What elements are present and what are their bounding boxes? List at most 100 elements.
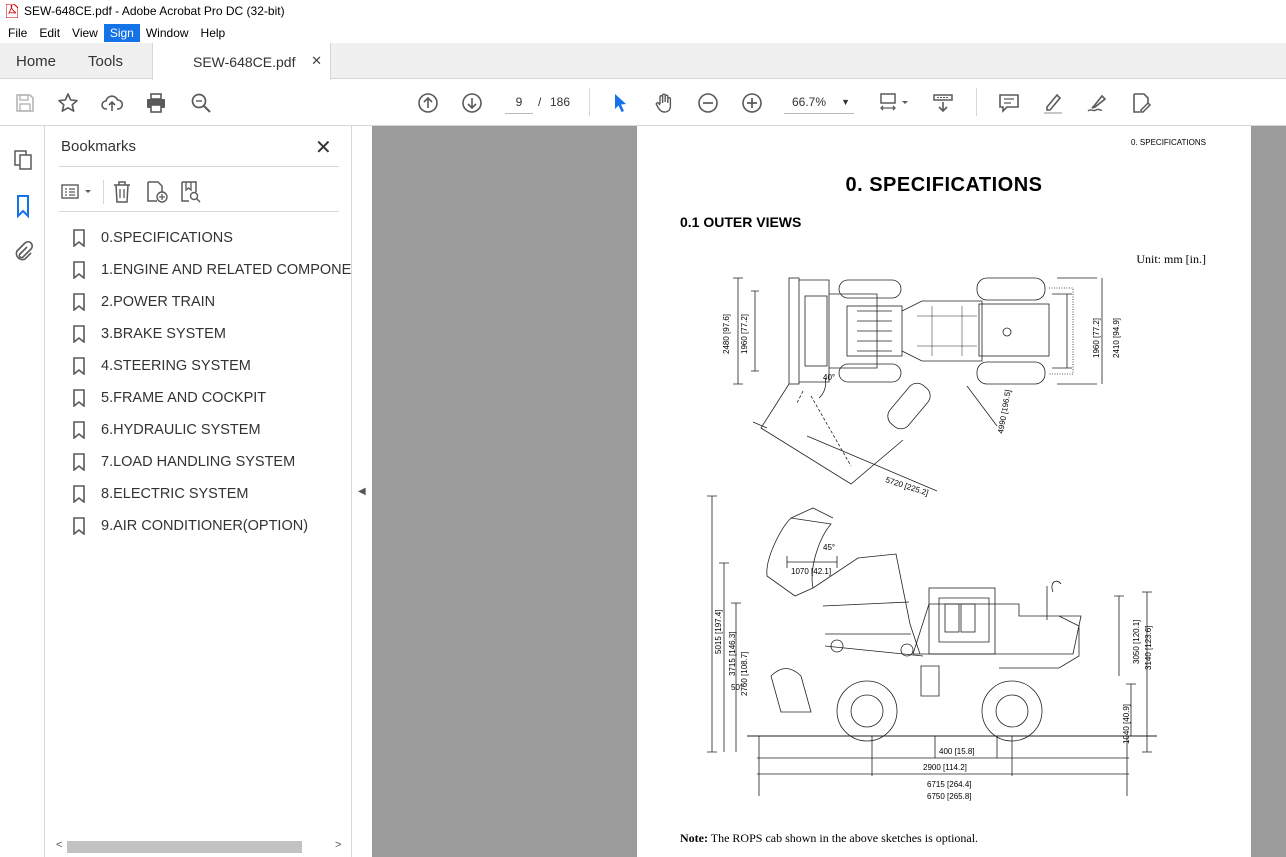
bookmark-label: 0.SPECIFICATIONS	[101, 230, 233, 246]
bookmark-label: 7.LOAD HANDLING SYSTEM	[101, 454, 296, 470]
page-fit-icon[interactable]	[876, 90, 912, 116]
top-view	[733, 277, 1103, 492]
title-bar: SEW-648CE.pdf - Adobe Acrobat Pro DC (32…	[0, 0, 1286, 22]
next-page-icon[interactable]	[459, 90, 485, 116]
bookmark-item[interactable]: 3.BRAKE SYSTEM	[73, 318, 351, 350]
bookmark-icon	[73, 453, 85, 471]
bookmark-label: 2.POWER TRAIN	[101, 294, 216, 310]
chevron-down-icon: ▼	[841, 97, 850, 107]
bookmarks-title: Bookmarks	[61, 138, 137, 155]
bookmark-item[interactable]: 6.HYDRAULIC SYSTEM	[73, 414, 351, 446]
menu-edit[interactable]: Edit	[33, 24, 66, 42]
panel-divider	[59, 211, 339, 212]
dimension-label: 2480 [97.6]	[722, 314, 731, 354]
comment-icon[interactable]	[996, 90, 1022, 116]
edit-pdf-icon[interactable]	[1128, 90, 1154, 116]
bookmark-item[interactable]: 7.LOAD HANDLING SYSTEM	[73, 446, 351, 478]
tab-document-label: SEW-648CE.pdf	[193, 53, 296, 70]
options-menu-icon[interactable]	[61, 182, 95, 202]
zoom-search-icon[interactable]	[188, 90, 214, 116]
page-note: Note: The ROPS cab shown in the above sk…	[680, 831, 978, 846]
window-title: SEW-648CE.pdf - Adobe Acrobat Pro DC (32…	[24, 4, 285, 18]
tab-document[interactable]: SEW-648CE.pdf ✕	[152, 43, 331, 80]
dimension-label: 2900 [114.2]	[923, 763, 967, 772]
dimension-label: 3715 [146.3]	[728, 632, 737, 676]
upload-cloud-icon[interactable]	[99, 90, 125, 116]
new-bookmark-icon[interactable]	[145, 180, 169, 204]
toolbar-divider	[103, 180, 104, 204]
bookmarks-horizontal-scrollbar[interactable]: < >	[52, 838, 349, 856]
bookmark-icon	[73, 229, 85, 247]
bookmark-icon	[73, 325, 85, 343]
bookmarks-panel-icon[interactable]	[11, 194, 35, 218]
scroll-left-icon[interactable]: <	[56, 839, 62, 851]
bookmark-label: 4.STEERING SYSTEM	[101, 358, 251, 374]
close-tab-icon[interactable]: ✕	[311, 53, 322, 69]
page-number-input[interactable]: 9	[505, 90, 533, 114]
menu-view[interactable]: View	[66, 24, 104, 42]
bookmark-label: 5.FRAME AND COCKPIT	[101, 390, 267, 406]
dimension-label: 6715 [264.4]	[927, 780, 971, 789]
print-icon[interactable]	[143, 90, 169, 116]
bookmark-icon	[73, 293, 85, 311]
panel-splitter[interactable]: ◀	[352, 126, 372, 857]
bookmark-label: 6.HYDRAULIC SYSTEM	[101, 422, 261, 438]
zoom-level-select[interactable]: 66.7% ▼	[784, 90, 854, 114]
bookmark-item[interactable]: 5.FRAME AND COCKPIT	[73, 382, 351, 414]
page-thumbnails-icon[interactable]	[11, 148, 35, 172]
bookmark-label: 8.ELECTRIC SYSTEM	[101, 486, 249, 502]
hand-tool-icon[interactable]	[651, 90, 677, 116]
bookmark-search-icon[interactable]	[179, 180, 203, 204]
toolbar-divider	[976, 88, 977, 116]
bookmark-item[interactable]: 2.POWER TRAIN	[73, 286, 351, 318]
menu-file[interactable]: File	[2, 24, 33, 42]
menu-help[interactable]: Help	[195, 24, 232, 42]
dimension-label: 6750 [265.8]	[927, 792, 971, 801]
close-panel-icon[interactable]: ✕	[315, 135, 332, 160]
menu-window[interactable]: Window	[140, 24, 195, 42]
dimension-label: 1070 [42.1]	[791, 567, 831, 576]
dimension-label: 4990 [196.5]	[996, 389, 1013, 434]
scrollbar-thumb[interactable]	[67, 841, 302, 853]
dimension-label: 400 [15.8]	[939, 747, 975, 756]
bookmark-item[interactable]: 1.ENGINE AND RELATED COMPONEN	[73, 254, 351, 286]
scroll-mode-icon[interactable]	[930, 90, 956, 116]
dimension-label: 1960 [77.2]	[1092, 318, 1101, 358]
highlight-pen-icon[interactable]	[1040, 90, 1066, 116]
unit-label: Unit: mm [in.]	[1136, 252, 1206, 266]
scroll-right-icon[interactable]: >	[335, 839, 341, 851]
document-viewport[interactable]: 0. SPECIFICATIONS 0. SPECIFICATIONS 0.1 …	[372, 126, 1286, 857]
star-icon[interactable]	[55, 90, 81, 116]
delete-trash-icon[interactable]	[111, 180, 133, 204]
collapse-panel-icon[interactable]: ◀	[358, 486, 366, 497]
note-text: The ROPS cab shown in the above sketches…	[707, 831, 979, 845]
bookmark-label: 9.AIR CONDITIONER(OPTION)	[101, 518, 309, 534]
page-separator: /	[538, 95, 542, 109]
bookmark-label: 3.BRAKE SYSTEM	[101, 326, 226, 342]
dimension-label: 2410 [94.9]	[1112, 318, 1121, 358]
page-heading: 0. SPECIFICATIONS	[845, 174, 1043, 196]
acrobat-pdf-icon	[6, 4, 18, 18]
note-label: Note:	[680, 831, 708, 845]
zoom-in-icon[interactable]	[739, 90, 765, 116]
angle-label: 50°	[731, 683, 743, 692]
tab-tools[interactable]: Tools	[88, 43, 123, 79]
bookmark-item[interactable]: 0.SPECIFICATIONS	[73, 222, 351, 254]
wheel-loader-outer-views-drawing: 2480 [97.6] 1960 [77.2] 1960 [77.2] 2410…	[707, 277, 1157, 801]
bookmark-icon	[73, 261, 85, 279]
save-icon[interactable]	[12, 90, 38, 116]
bookmark-item[interactable]: 8.ELECTRIC SYSTEM	[73, 478, 351, 510]
attachments-icon[interactable]	[11, 240, 35, 264]
previous-page-icon[interactable]	[415, 90, 441, 116]
bookmark-item[interactable]: 4.STEERING SYSTEM	[73, 350, 351, 382]
dimension-label: 3050 [120.1]	[1132, 620, 1141, 664]
bookmark-icon	[73, 357, 85, 375]
bookmark-item[interactable]: 9.AIR CONDITIONER(OPTION)	[73, 510, 351, 542]
zoom-out-icon[interactable]	[695, 90, 721, 116]
tab-home[interactable]: Home	[16, 43, 56, 79]
navigation-rail	[0, 126, 45, 857]
menu-sign[interactable]: Sign	[103, 23, 140, 42]
draw-sign-icon[interactable]	[1084, 90, 1110, 116]
toolbar-divider	[589, 88, 590, 116]
select-cursor-icon[interactable]	[607, 90, 633, 116]
